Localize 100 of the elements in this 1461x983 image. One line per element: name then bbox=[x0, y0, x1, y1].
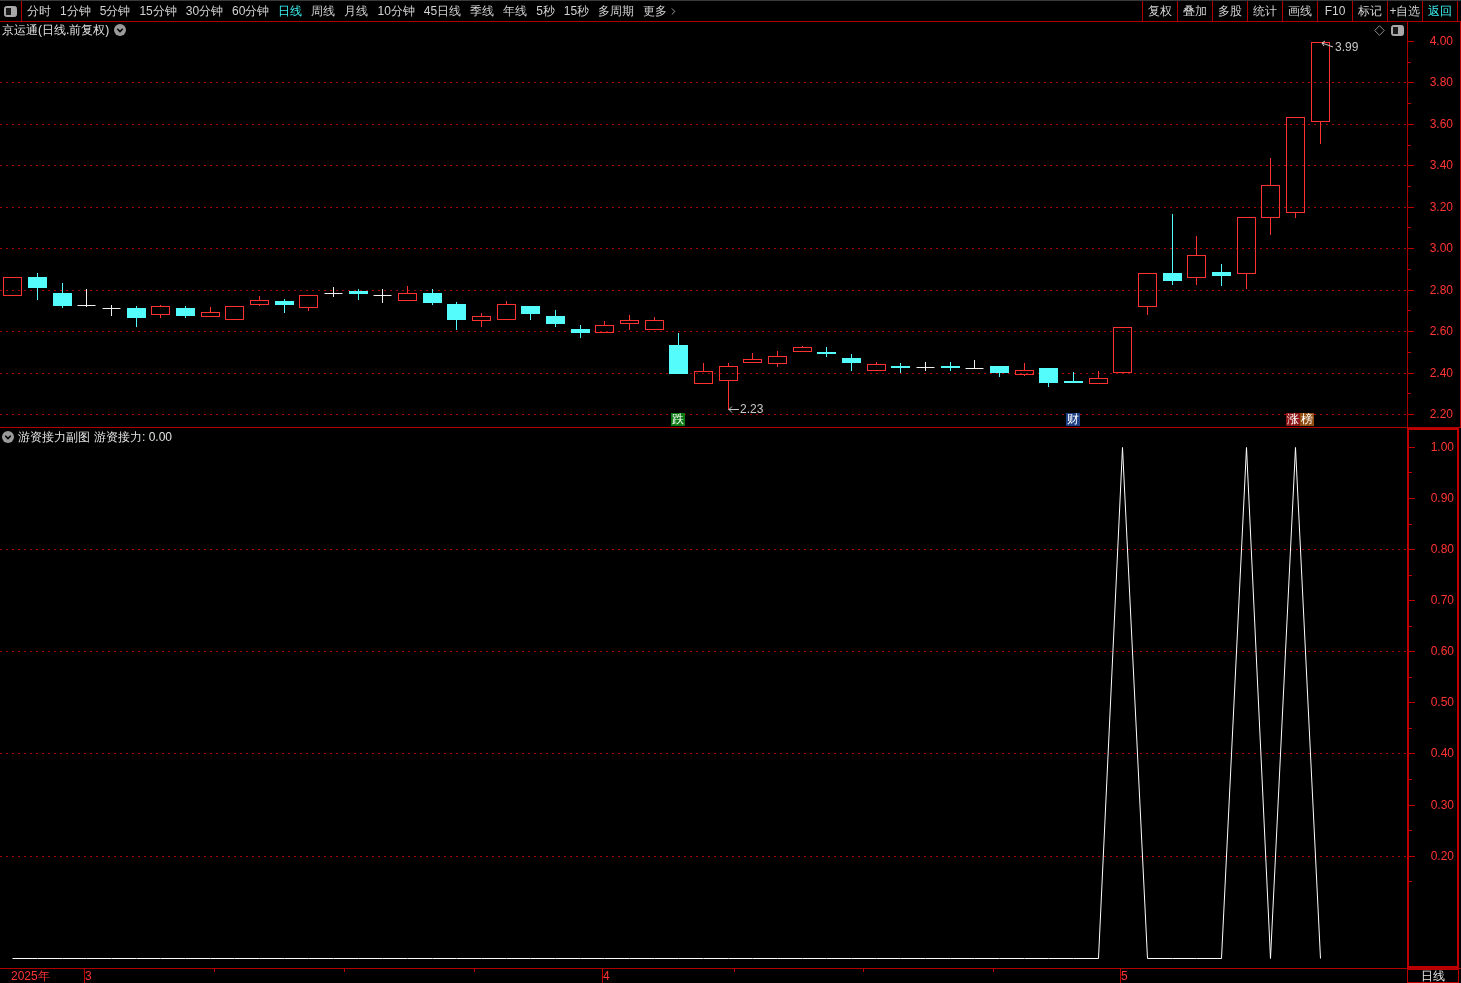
period-tab[interactable]: 多周期 bbox=[598, 4, 635, 18]
chevron-down-icon[interactable] bbox=[114, 24, 127, 36]
axis-label: 4.00 bbox=[1429, 34, 1453, 48]
axis-tick bbox=[84, 969, 85, 983]
axis-label: 3.40 bbox=[1429, 158, 1453, 173]
falling-candlestick bbox=[447, 301, 466, 331]
rising-candlestick bbox=[250, 295, 269, 307]
axis-tick bbox=[1408, 352, 1412, 353]
rising-candlestick bbox=[398, 285, 417, 301]
toolbar-button[interactable]: 复权 bbox=[1142, 1, 1177, 21]
falling-candlestick bbox=[127, 305, 146, 328]
axis-label: 1.00 bbox=[1430, 439, 1454, 454]
falling-candlestick bbox=[571, 324, 590, 339]
falling-candlestick bbox=[546, 309, 565, 328]
period-tab[interactable]: 10分钟 bbox=[377, 4, 415, 18]
toolbar-button[interactable]: +自选 bbox=[1387, 1, 1422, 21]
axis-label: 0.70 bbox=[1430, 593, 1454, 608]
rising-candlestick bbox=[1138, 273, 1157, 316]
falling-candlestick bbox=[28, 272, 47, 301]
doji-candlestick bbox=[916, 361, 935, 372]
doji-candlestick bbox=[965, 359, 984, 370]
axis-tick bbox=[1408, 82, 1415, 83]
axis-tick bbox=[1408, 186, 1412, 187]
rising-candlestick bbox=[867, 361, 886, 371]
rising-candlestick bbox=[299, 295, 318, 312]
period-tab[interactable]: 季线 bbox=[470, 4, 495, 18]
rising-candlestick bbox=[151, 304, 170, 319]
rising-candlestick bbox=[3, 277, 22, 296]
falling-candlestick bbox=[669, 332, 688, 375]
rising-candlestick bbox=[595, 320, 614, 333]
rising-candlestick bbox=[225, 306, 244, 320]
axis-label: 3.00 bbox=[1429, 241, 1453, 256]
falling-candlestick bbox=[423, 288, 442, 306]
axis-label: 5 bbox=[1121, 969, 1128, 983]
doji-candlestick bbox=[77, 288, 96, 308]
axis-tick bbox=[1408, 145, 1412, 146]
rising-candlestick bbox=[768, 350, 787, 368]
rising-candlestick bbox=[743, 352, 762, 363]
falling-candlestick bbox=[176, 305, 195, 319]
falling-candlestick bbox=[521, 305, 540, 321]
axis-label: 0.60 bbox=[1430, 644, 1454, 659]
axis-label: 2.80 bbox=[1429, 282, 1453, 297]
period-tab[interactable]: 5分钟 bbox=[99, 4, 131, 18]
period-tab[interactable]: 15秒 bbox=[563, 4, 590, 18]
axis-label: 3.80 bbox=[1429, 75, 1453, 90]
axis-label: 2025年 bbox=[11, 969, 50, 983]
toolbar-button[interactable]: 画线 bbox=[1282, 1, 1317, 21]
axis-tick bbox=[1408, 227, 1412, 228]
chevron-down-icon[interactable] bbox=[2, 431, 14, 443]
doji-candlestick bbox=[373, 288, 392, 304]
toolbar-button[interactable]: 标记 bbox=[1352, 1, 1387, 21]
toolbar-button[interactable]: F10 bbox=[1317, 1, 1352, 21]
diamond-icon[interactable] bbox=[1374, 25, 1385, 36]
axis-tick bbox=[1408, 207, 1415, 208]
rising-candlestick bbox=[719, 362, 738, 411]
toolbar-button[interactable]: 叠加 bbox=[1177, 1, 1212, 21]
period-tab[interactable]: 分时 bbox=[27, 4, 51, 18]
axis-tick bbox=[863, 969, 864, 973]
period-tab[interactable]: 年线 bbox=[503, 4, 528, 18]
axis-label: 2.40 bbox=[1429, 365, 1453, 380]
toolbar-button[interactable]: 返回 bbox=[1422, 1, 1457, 21]
period-tab[interactable]: 5秒 bbox=[536, 4, 555, 18]
panel-toggle-icon[interactable] bbox=[4, 5, 17, 17]
rising-candlestick bbox=[793, 345, 812, 352]
more-tab[interactable]: 更多 bbox=[643, 4, 680, 18]
event-tag[interactable]: 涨 bbox=[1286, 413, 1300, 426]
period-tab[interactable]: 1分钟 bbox=[60, 4, 91, 18]
event-tag[interactable]: 跌 bbox=[671, 413, 685, 426]
period-tab[interactable]: 日线 bbox=[278, 4, 303, 18]
axis-label: 0.20 bbox=[1430, 848, 1454, 863]
period-tab[interactable]: 45日线 bbox=[423, 4, 462, 18]
toolbar-button[interactable]: 多股 bbox=[1212, 1, 1247, 21]
period-tab[interactable]: 60分钟 bbox=[232, 4, 270, 18]
doji-candlestick bbox=[324, 286, 343, 298]
chart-title: 京运通(日线.前复权) bbox=[2, 23, 110, 37]
axis-tick bbox=[602, 969, 603, 983]
axis-tick bbox=[1408, 269, 1412, 270]
event-tag[interactable]: 榜 bbox=[1300, 413, 1314, 426]
axis-label: 2.60 bbox=[1429, 324, 1453, 339]
axis-label: 3.60 bbox=[1429, 116, 1453, 131]
axis-label: 2.20 bbox=[1429, 406, 1453, 421]
axis-tick bbox=[734, 969, 735, 973]
falling-candlestick bbox=[842, 353, 861, 372]
panel-toggle-icon[interactable] bbox=[1391, 25, 1404, 36]
period-tab[interactable]: 15分钟 bbox=[139, 4, 177, 18]
axis-tick bbox=[993, 969, 994, 973]
axis-label: 0.50 bbox=[1430, 695, 1454, 710]
toolbar-button[interactable]: 统计 bbox=[1247, 1, 1282, 21]
period-tab[interactable]: 30分钟 bbox=[185, 4, 224, 18]
period-tab[interactable]: 周线 bbox=[311, 4, 336, 18]
falling-candlestick bbox=[1064, 371, 1083, 383]
falling-candlestick bbox=[891, 362, 910, 374]
axis-tick bbox=[1408, 103, 1412, 104]
axis-tick bbox=[344, 969, 345, 973]
rising-candlestick bbox=[645, 316, 664, 330]
period-tab[interactable]: 月线 bbox=[344, 4, 369, 18]
event-tag[interactable]: 财 bbox=[1066, 413, 1080, 426]
rising-candlestick bbox=[694, 362, 713, 384]
rising-candlestick bbox=[1187, 235, 1206, 286]
leader-arrow bbox=[728, 406, 740, 413]
